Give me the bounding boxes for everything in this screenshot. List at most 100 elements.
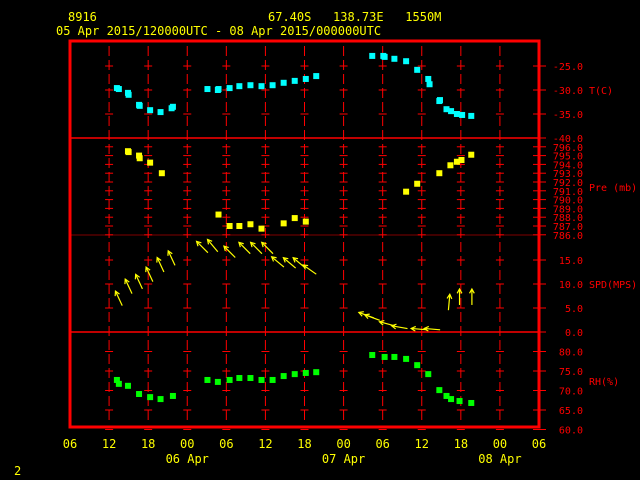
temperature-point [247,82,254,89]
rh-point [436,387,443,394]
rh-point [147,394,154,401]
temperature-point [136,102,143,109]
pressure-point [215,211,222,218]
wind-arrow [124,278,133,294]
y-axis-title: RH(%) [589,377,619,388]
axes: -25.0-30.0-35.0-40.0T(C)796.0795.0794.07… [63,62,637,466]
wind-arrow-shaft [261,241,274,255]
rh-point [157,396,164,403]
x-tick-label: 06 [532,437,546,451]
pressure-point [125,149,132,156]
x-tick-label: 06 [63,437,77,451]
temperature-point [369,52,376,59]
temperature-point [269,82,276,89]
rh-point [214,378,221,385]
x-tick-label: 06 [219,437,233,451]
x-tick-label: 12 [415,437,429,451]
x-tick-label: 00 [493,437,507,451]
rh-point [414,362,421,369]
rh-point [258,376,265,383]
pressure-point [414,180,421,187]
y-tick-label: -35.0 [553,110,583,121]
temperature-point [157,109,164,116]
temperature-point [215,86,222,93]
pressure-point [236,223,243,229]
wind-arrow [156,256,165,273]
rh-point [425,371,432,378]
rh-point [269,376,276,383]
temperature-point [236,83,243,90]
rh-point [124,382,131,389]
temperature-point [381,53,388,60]
temperature-point [468,112,475,119]
wind-arrow-shaft [271,256,285,268]
y-tick-label: -25.0 [553,62,583,73]
y-axis-title: SPD(MPS) [589,280,637,291]
wind-arrow [195,240,209,254]
rh-point [391,353,398,360]
x-tick-label: 18 [141,437,155,451]
temperature-point [226,85,233,92]
rh-point [115,380,122,387]
wind-arrow-shaft [207,239,219,253]
y-tick-label: 65.0 [559,406,583,417]
wind-arrow [446,293,453,311]
rh-point [403,355,410,362]
pressure-point [247,221,254,228]
temperature-point [391,55,398,62]
pressure-point [436,170,443,177]
wind-arrow-shaft [223,245,236,258]
y-tick-label: 70.0 [559,387,583,398]
wind-arrow [249,241,263,255]
pressure-point [468,151,475,158]
temperature-point [426,81,433,88]
rh-point [169,392,176,399]
y-tick-label: 0.0 [565,328,583,339]
y-tick-label: 10.0 [559,280,583,291]
rh-point [226,376,233,383]
rh-point [313,369,320,376]
rh-point [369,352,376,359]
temperature-point [280,79,287,86]
wind-arrow [302,264,317,275]
page-number: 2 [14,464,21,478]
date-label: 08 Apr [478,452,521,466]
station-id: 8916 [68,10,97,24]
y-tick-label: 80.0 [559,348,583,359]
time-period: 05 Apr 2015/120000UTC - 08 Apr 2015/0000… [56,24,381,38]
wind-arrow [223,245,236,258]
x-tick-label: 00 [180,437,194,451]
rh-point [236,375,243,382]
temperature-point [115,86,122,93]
temperature-point [204,86,211,93]
y-tick-label: 60.0 [559,426,583,437]
rh-point [448,396,455,403]
wind-arrow [270,255,285,268]
rh-point [247,375,254,382]
wind-arrow [390,323,408,330]
y-tick-label: 15.0 [559,256,583,267]
pressure-point [136,155,143,162]
temperature-point [313,73,320,80]
pressure-point [226,223,233,229]
rh-point [136,391,143,398]
wind-arrow [422,325,441,332]
temperature-point [459,111,466,118]
pressure-point [258,225,265,232]
wind-arrow-shaft [238,241,251,255]
wind-arrow [167,249,176,266]
pressure-point [158,170,165,177]
y-tick-label: 75.0 [559,367,583,378]
pressure-point [447,162,454,169]
station-location: 67.40S 138.73E 1550M [268,10,441,24]
wind-arrow-shaft [196,240,209,254]
x-tick-label: 06 [375,437,389,451]
pressure-point [280,220,287,227]
wind-arrow [206,238,219,253]
wind-arrow [114,290,123,306]
x-tick-label: 12 [258,437,272,451]
pressure-point [291,215,298,222]
y-axis-title: Pre (mb) [589,183,637,194]
pressure-point [458,157,465,163]
wind-arrow [238,241,251,255]
